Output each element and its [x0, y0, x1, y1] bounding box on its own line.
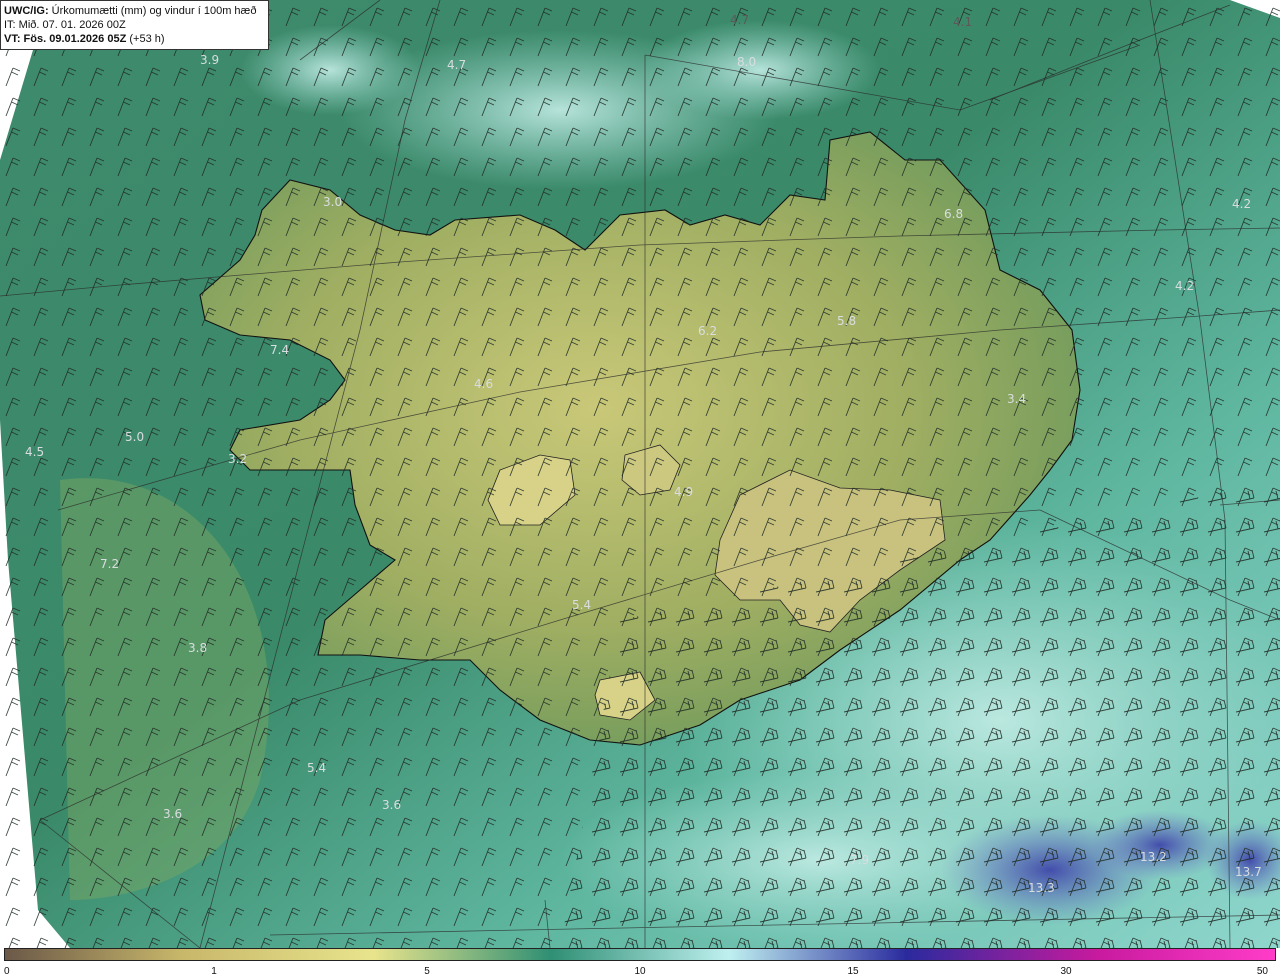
colorbar-tick: 0 — [4, 966, 10, 977]
value-label: 3.6 — [382, 798, 401, 812]
colorbar-tick: 1 — [211, 966, 217, 977]
value-label: 3.0 — [323, 195, 342, 209]
value-label: 7.2 — [100, 557, 119, 571]
init-time: IT: Mið. 07. 01. 2026 00Z — [4, 19, 126, 31]
value-label: 5.8 — [837, 314, 856, 328]
value-label: 4.6 — [474, 377, 493, 391]
value-label: 5.0 — [125, 430, 144, 444]
field-description: Úrkomumætti (mm) og vindur í 100m hæð — [51, 5, 257, 17]
colorbar-tick: 30 — [1060, 966, 1072, 977]
value-label: 3.2 — [228, 452, 247, 466]
model-name: UWC/IG: — [4, 5, 49, 17]
value-label: 3.6 — [163, 807, 182, 821]
colorbar: 0 1 5 10 15 30 50 — [0, 948, 1280, 978]
colorbar-strip — [4, 948, 1276, 961]
value-label: 4.7 — [730, 13, 749, 27]
value-label: 5.4 — [307, 761, 326, 775]
value-label: 4.2 — [1232, 197, 1251, 211]
value-label: 13.7 — [1235, 865, 1262, 879]
map-viewer: 4.7 4.1 3.9 4.7 8.0 3.0 6.8 4.2 4.2 6.2 … — [0, 0, 1280, 978]
value-label: 7.9 — [850, 853, 869, 867]
value-label: 4.2 — [1175, 279, 1194, 293]
forecast-map: 4.7 4.1 3.9 4.7 8.0 3.0 6.8 4.2 4.2 6.2 … — [0, 0, 1280, 948]
colorbar-tick: 15 — [847, 966, 859, 977]
value-label: 4.9 — [674, 485, 693, 499]
value-label: 3.8 — [188, 641, 207, 655]
valid-time: VT: Fös. 09.01.2026 05Z — [4, 33, 127, 45]
lead-time: (+53 h) — [129, 33, 165, 45]
value-label: 3.9 — [200, 53, 219, 67]
value-label: 6.8 — [944, 207, 963, 221]
value-label: 4.7 — [447, 58, 466, 72]
value-label: 7.4 — [270, 343, 289, 357]
value-label: 8.0 — [737, 55, 756, 69]
value-label: 5.4 — [572, 598, 591, 612]
map-info-box: UWC/IG: Úrkomumætti (mm) og vindur í 100… — [0, 0, 269, 50]
colorbar-tick: 10 — [634, 966, 646, 977]
value-label: 6.2 — [698, 324, 717, 338]
colorbar-tick: 50 — [1256, 966, 1268, 977]
value-label: 4.5 — [25, 445, 44, 459]
value-label: 13.2 — [1140, 850, 1167, 864]
value-label: 3.4 — [1007, 392, 1026, 406]
value-label: 4.1 — [953, 15, 972, 29]
value-label: 13.3 — [1028, 881, 1055, 895]
colorbar-tick: 5 — [424, 966, 430, 977]
